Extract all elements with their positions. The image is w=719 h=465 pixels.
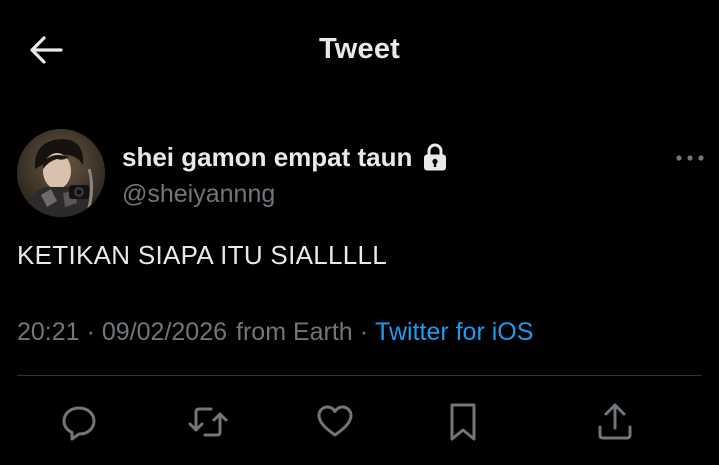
tweet-location: from Earth (236, 318, 353, 346)
more-options-button[interactable] (672, 146, 708, 170)
tweet-detail-page: Tweet shei gamon empat taun @sheiyannng … (0, 0, 719, 465)
tweet-meta: 20:21 · 09/02/2026 from Earth · Twitter … (17, 318, 533, 347)
tweet-time[interactable]: 20:21 (17, 318, 80, 347)
author-name-row: shei gamon empat taun (122, 139, 448, 175)
lock-icon (422, 142, 448, 172)
retweet-button[interactable] (186, 400, 230, 444)
tweet-source-link[interactable]: Twitter for iOS (375, 318, 533, 347)
more-horizontal-icon (676, 155, 704, 161)
reply-button[interactable] (57, 400, 101, 444)
avatar[interactable] (17, 129, 105, 217)
bookmark-button[interactable] (441, 400, 485, 444)
author-handle[interactable]: @sheiyannng (122, 180, 275, 209)
separator: · (86, 318, 95, 346)
reply-icon (62, 406, 96, 441)
bookmark-icon (450, 403, 476, 441)
share-icon (598, 403, 632, 440)
top-bar: Tweet (0, 0, 719, 100)
retweet-icon (188, 407, 228, 437)
page-title: Tweet (318, 33, 401, 65)
share-button[interactable] (593, 400, 637, 444)
like-button[interactable] (313, 400, 357, 444)
display-name[interactable]: shei gamon empat taun (122, 142, 412, 173)
tweet-text: KETIKAN SIAPA ITU SIALLLLL (17, 240, 388, 270)
avatar-image (17, 129, 105, 217)
separator: · (359, 318, 369, 346)
heart-icon (317, 405, 353, 437)
divider (17, 375, 702, 376)
tweet-date[interactable]: 09/02/2026 (102, 318, 227, 347)
